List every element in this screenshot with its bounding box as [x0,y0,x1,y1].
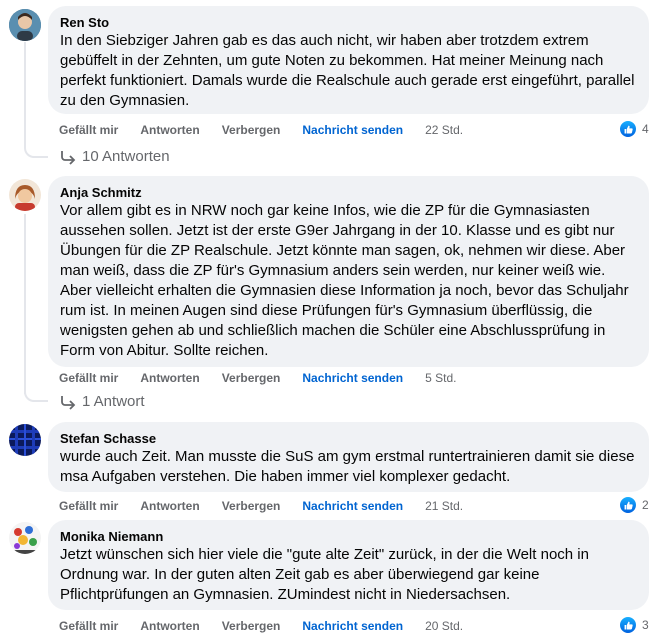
thread-connector [24,378,48,402]
comment-author[interactable]: Monika Niemann [60,528,637,545]
reaction-count[interactable]: 4 [619,120,649,138]
avatar[interactable] [9,9,41,41]
send-message-button[interactable]: Nachricht senden [302,618,403,634]
avatar-image [9,9,41,41]
avatar-image [9,424,41,456]
reply-button[interactable]: Antworten [140,498,199,514]
reply-button[interactable]: Antworten [140,618,199,634]
like-count: 4 [642,122,649,136]
hide-button[interactable]: Verbergen [222,498,281,514]
thread-line [24,214,26,394]
avatar-image [9,522,41,554]
thread-line [24,42,26,148]
send-message-button[interactable]: Nachricht senden [302,498,403,514]
thumbs-up-icon [619,496,637,514]
comment-author[interactable]: Stefan Schasse [60,430,637,447]
avatar[interactable] [9,179,41,211]
like-count: 2 [642,498,649,512]
comment-bubble: Ren Sto In den Siebziger Jahren gab es d… [48,6,649,114]
replies-count: 1 Antwort [82,393,145,410]
like-count: 3 [642,618,649,632]
comment-actions: Gefällt mir Antworten Verbergen Nachrich… [59,122,485,138]
reply-arrow-icon [61,395,76,410]
reply-button[interactable]: Antworten [140,122,199,138]
comment-text: Jetzt wünschen sich hier viele die "gute… [60,546,589,603]
comment-text: Vor allem gibt es in NRW noch gar keine … [60,202,629,359]
avatar-image [9,179,41,211]
thumbs-up-icon [619,616,637,634]
comment-actions: Gefällt mir Antworten Verbergen Nachrich… [59,498,485,514]
timestamp[interactable]: 5 Std. [425,370,456,386]
thumbs-up-icon [619,120,637,138]
replies-count: 10 Antworten [82,148,170,165]
comment-text: In den Siebziger Jahren gab es das auch … [60,32,635,109]
thread-connector [24,134,48,158]
comment-text: wurde auch Zeit. Man musste die SuS am g… [60,448,635,485]
comment-bubble: Monika Niemann Jetzt wünschen sich hier … [48,520,649,610]
timestamp[interactable]: 20 Std. [425,618,463,634]
like-button[interactable]: Gefällt mir [59,498,118,514]
comment-bubble: Stefan Schasse wurde auch Zeit. Man muss… [48,422,649,492]
reaction-count[interactable]: 3 [619,616,649,634]
send-message-button[interactable]: Nachricht senden [302,370,403,386]
reaction-count[interactable]: 2 [619,496,649,514]
comment-actions: Gefällt mir Antworten Verbergen Nachrich… [59,618,485,634]
avatar[interactable] [9,424,41,456]
comment-author[interactable]: Anja Schmitz [60,184,637,201]
hide-button[interactable]: Verbergen [222,122,281,138]
timestamp[interactable]: 22 Std. [425,122,463,138]
comment-author[interactable]: Ren Sto [60,14,637,31]
hide-button[interactable]: Verbergen [222,370,281,386]
send-message-button[interactable]: Nachricht senden [302,122,403,138]
like-button[interactable]: Gefällt mir [59,122,118,138]
like-button[interactable]: Gefällt mir [59,370,118,386]
reply-button[interactable]: Antworten [140,370,199,386]
avatar[interactable] [9,522,41,554]
view-replies-link[interactable]: 10 Antworten [60,148,170,165]
reply-arrow-icon [61,150,76,165]
view-replies-link[interactable]: 1 Antwort [60,393,145,410]
like-button[interactable]: Gefällt mir [59,618,118,634]
comment-actions: Gefällt mir Antworten Verbergen Nachrich… [59,370,478,386]
hide-button[interactable]: Verbergen [222,618,281,634]
timestamp[interactable]: 21 Std. [425,498,463,514]
comment-bubble: Anja Schmitz Vor allem gibt es in NRW no… [48,176,649,367]
